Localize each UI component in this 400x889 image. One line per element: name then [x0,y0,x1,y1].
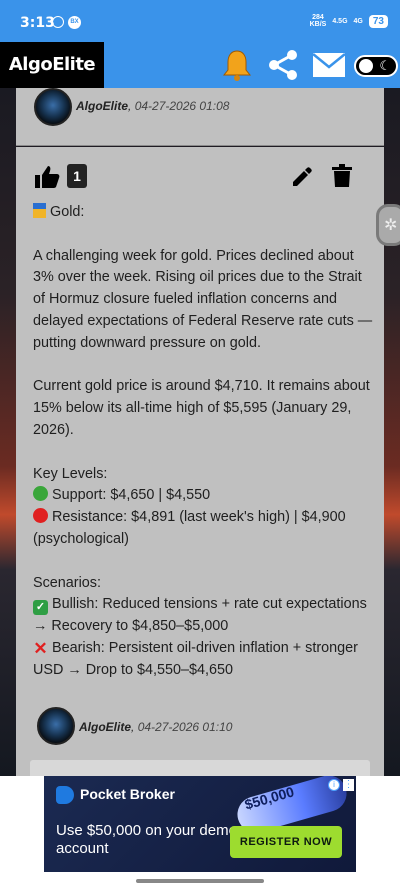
ad-info-icon[interactable]: i [328,779,340,791]
settings-icon: ✲ [384,217,398,234]
avatar [37,707,75,745]
like-count: 1 [67,164,87,188]
share-icon[interactable] [266,48,300,82]
avatar [34,88,72,126]
resistance-line: Resistance: $4,891 (last week's high) | … [33,508,346,547]
support-line: Support: $4,650 | $4,550 [33,485,375,507]
green-circle-icon [33,486,48,502]
bell-icon[interactable] [220,48,254,82]
signal-1: 4.5G [332,17,348,25]
net-speed: 284 KB/S [309,14,327,28]
nested-card [30,760,370,776]
post-paragraph: A challenging week for gold. Prices decl… [33,247,373,351]
red-circle-icon [33,508,48,524]
edit-icon[interactable] [290,165,314,189]
post-card: 1 Gold: A challenging week for gold. Pri… [16,147,384,703]
ad-headline: Use $50,000 on your demo account [56,822,237,857]
ad-brand: Pocket Broker [80,786,175,802]
thumbs-up-icon[interactable] [34,165,60,189]
check-icon: ✓ [33,600,48,616]
ad-area: Pocket Broker $50,000 Use $50,000 on you… [0,776,400,889]
toggle-knob [359,59,373,73]
theme-toggle[interactable]: ☾ [354,55,398,77]
ad-banner[interactable]: Pocket Broker $50,000 Use $50,000 on you… [44,776,356,872]
post-meta: AlgoElite, 04-27-2026 01:10 [79,720,233,734]
notification-badge-icon: BX [68,16,81,29]
signal-2: 4G [353,17,363,25]
medal-icon [33,203,46,218]
post-header: AlgoElite, 04-27-2026 01:08 [16,88,384,146]
app-logo[interactable]: AlgoElite [0,42,104,88]
delete-icon[interactable] [332,164,352,188]
pocket-broker-logo-icon [56,786,74,804]
scenarios-heading: Scenarios: [33,574,101,591]
battery-icon: 73 [368,14,388,28]
ad-more-icon[interactable]: ⋮ [343,779,354,791]
home-indicator[interactable] [136,879,264,883]
post-title: Gold: [33,202,375,224]
mail-icon[interactable] [312,52,346,78]
app-header: AlgoElite ☾ [0,42,400,88]
bullish-line: ✓ Bullish: Reduced tensions + rate cut ex… [33,596,367,635]
post-meta: AlgoElite, 04-27-2026 01:08 [76,99,230,113]
bearish-line: ✕ Bearish: Persistent oil-driven inflatio… [33,638,358,678]
cross-icon: ✕ [33,638,48,658]
register-button[interactable]: REGISTER NOW [230,826,342,858]
key-levels-heading: Key Levels: [33,465,108,482]
status-bar: 3:13 BX 284 KB/S 4.5G 4G 73 [0,0,400,42]
moon-icon: ☾ [379,58,391,73]
post-paragraph: Current gold price is around $4,710. It … [33,378,370,438]
floating-settings-button[interactable]: ✲ [376,204,400,246]
whatsapp-icon [52,16,64,28]
status-indicators: 284 KB/S 4.5G 4G 73 [310,14,388,28]
clock: 3:13 [20,15,55,31]
post-body: Gold: A challenging week for gold. Price… [33,202,375,682]
